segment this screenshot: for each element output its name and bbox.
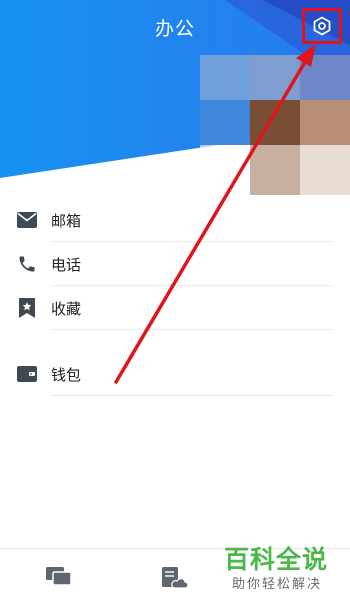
menu-item-label: 电话 [51,255,82,274]
blurred-avatar-mosaic [200,55,350,200]
menu-item-favorites[interactable]: 收藏 [0,286,350,330]
watermark-title: 百科全说 [224,545,329,574]
bookmark-icon [16,297,38,319]
divider [50,395,334,396]
menu-item-mail[interactable]: 邮箱 [0,198,350,242]
phone-icon [16,253,38,275]
menu-item-wallet[interactable]: 钱包 [0,352,350,396]
divider [50,329,334,330]
tab-documents[interactable] [162,567,189,593]
header: 办公 [0,0,350,205]
app-screen: 办公 邮箱 电话 收藏 钱包 百科全说 助你轻松解决 [0,0,350,602]
mail-icon [16,209,38,231]
watermark-logo: 百科全说 助你轻松解决 [222,540,342,598]
page-title: 办公 [154,18,195,40]
settings-button[interactable] [302,8,342,44]
watermark-subtitle: 助你轻松解决 [232,577,323,592]
wallet-icon [16,363,38,385]
cloud-document-icon [162,567,189,589]
settings-hexagon-icon [313,16,331,36]
menu-item-label: 收藏 [51,299,82,318]
chat-icon [46,567,72,586]
tab-messages[interactable] [46,567,72,591]
menu-item-label: 邮箱 [51,211,82,230]
menu-item-phone[interactable]: 电话 [0,242,350,286]
menu-item-label: 钱包 [51,365,82,384]
